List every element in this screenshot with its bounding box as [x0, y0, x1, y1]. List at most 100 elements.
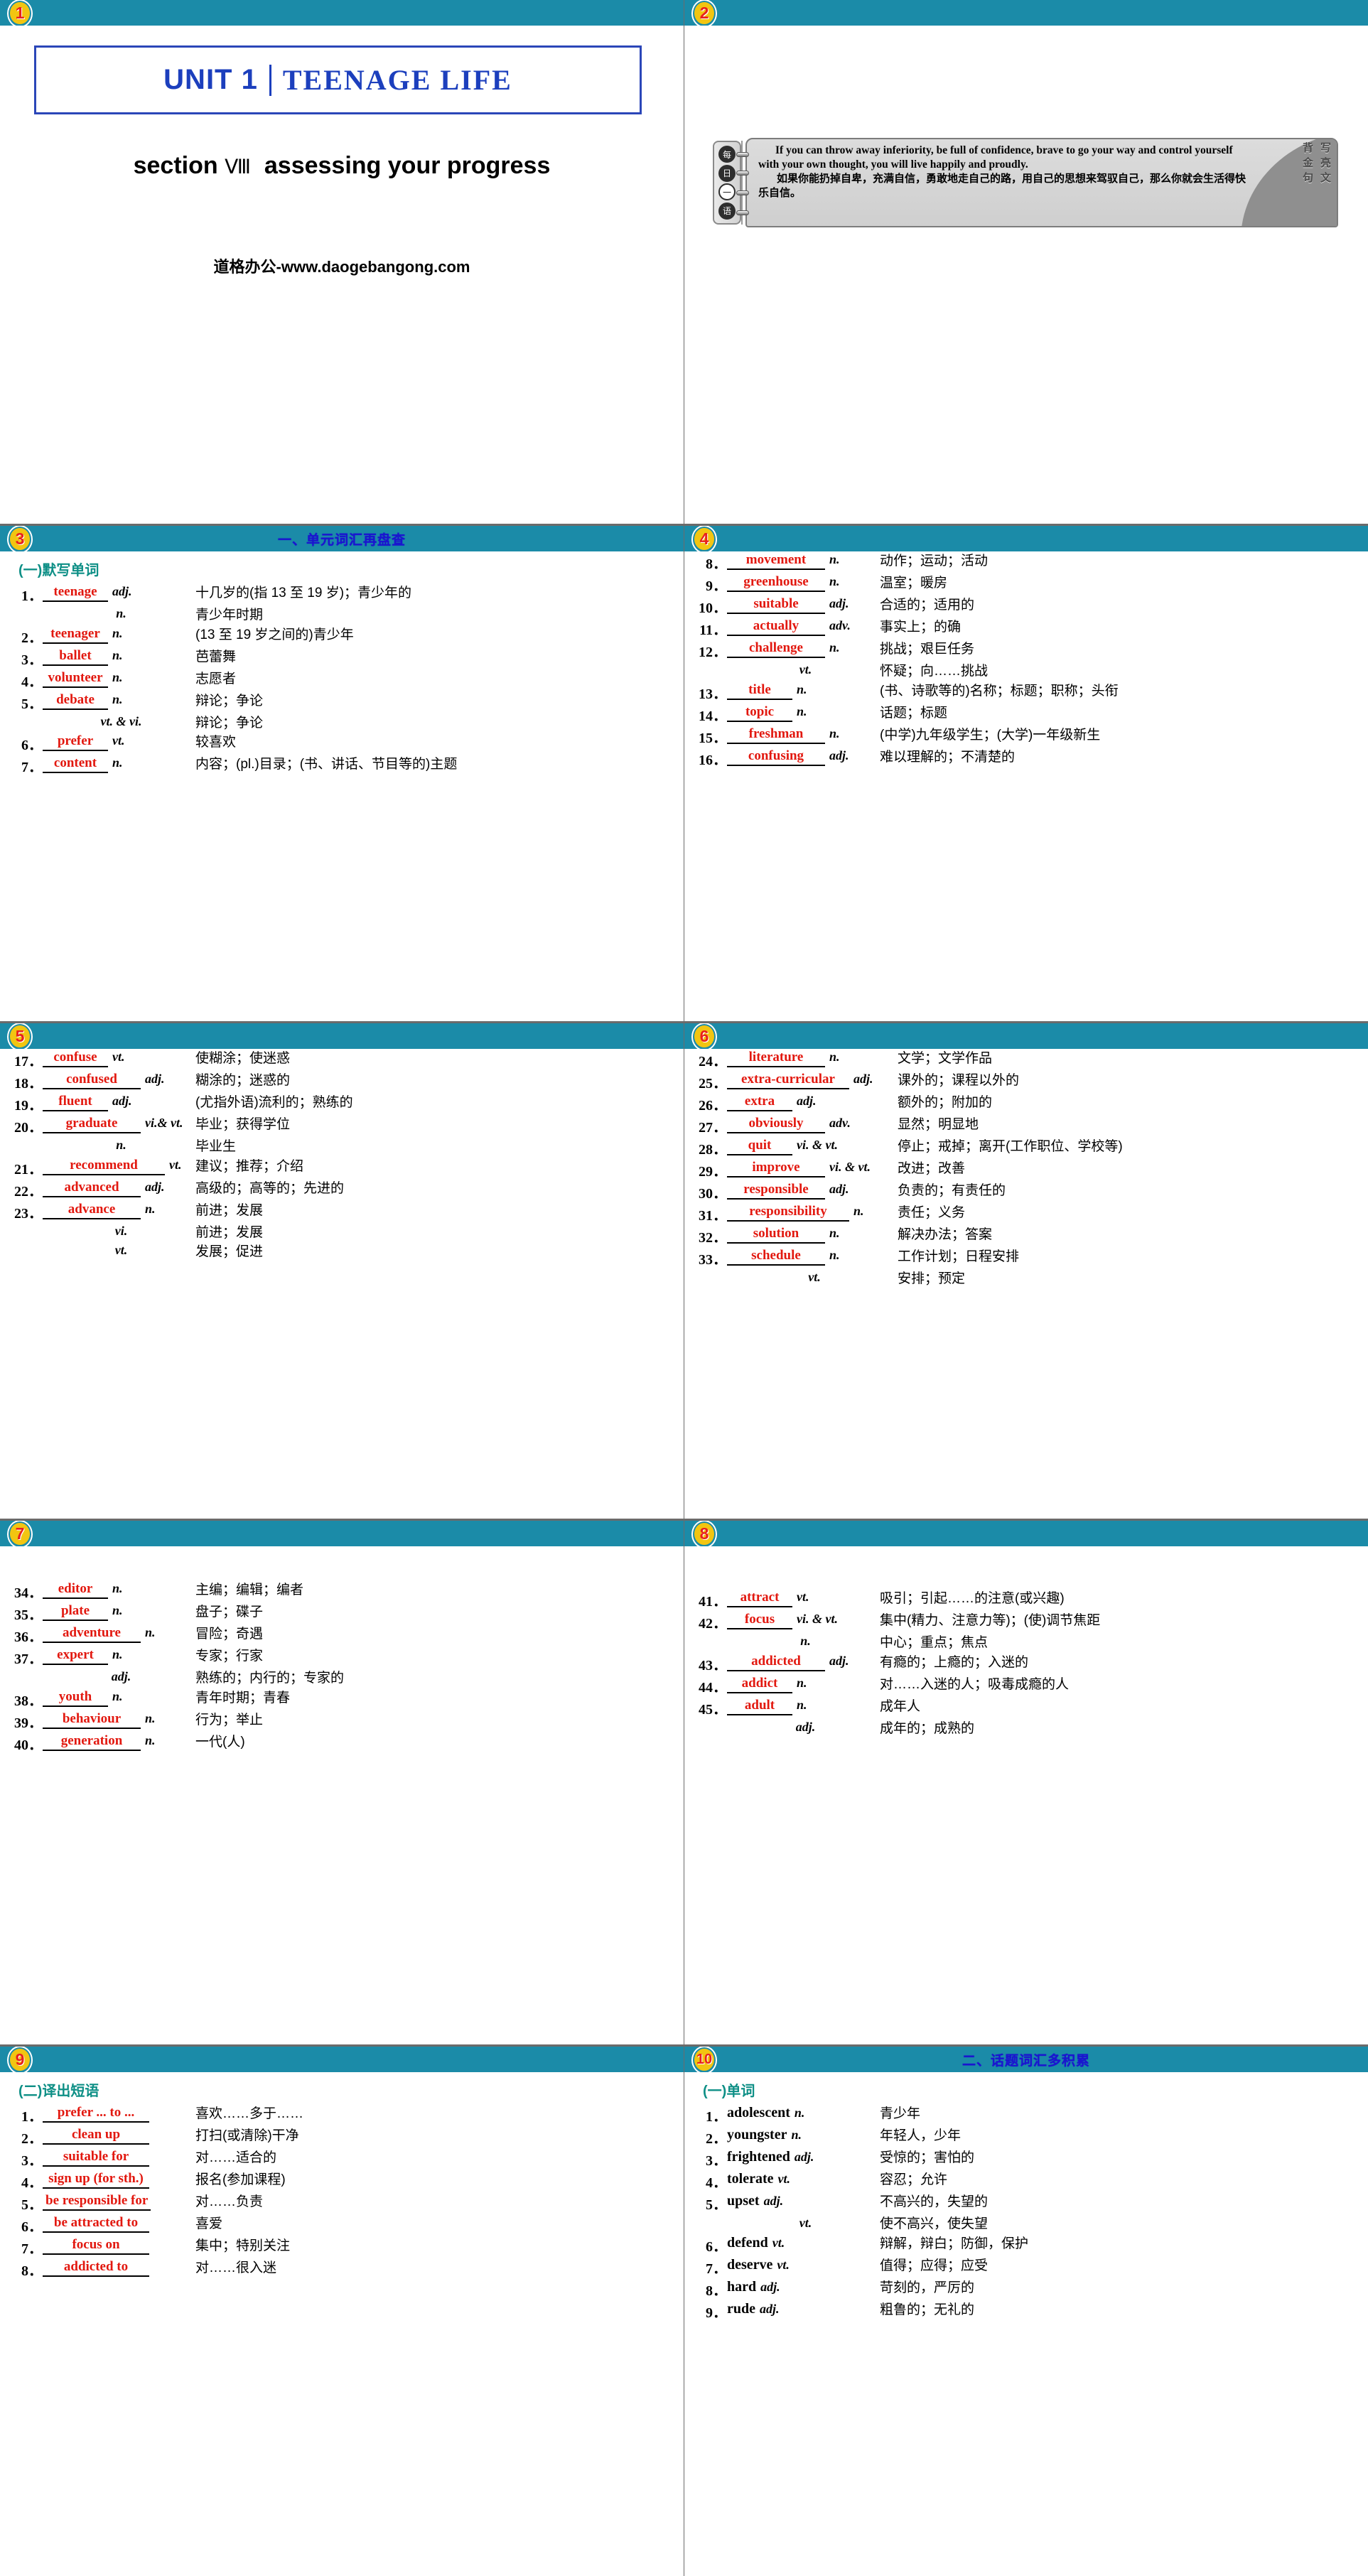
slide-3-body: (一)默写单词 1． teenage adj. 十几岁的(指 13 至 19 岁)；青… [0, 551, 684, 1021]
table-row: 21． recommend vt. 建议；推荐；介绍 [14, 1157, 304, 1177]
vocab-word: advance [43, 1202, 141, 1219]
table-row: 7． focus on 集中；特别关注 [21, 2237, 291, 2257]
slide-number-badge-8: 8 [690, 1521, 718, 1549]
topic-word: tolerate [727, 2171, 774, 2187]
vocab-word: quit [727, 1138, 792, 1155]
table-row: 11． actually adv. 事实上；的确 [699, 618, 962, 638]
table-row: vt. 发展；促进 [114, 1243, 264, 1260]
vocab-word: behaviour [43, 1711, 141, 1729]
vocab-word: expert [43, 1647, 108, 1665]
table-row: 39． behaviour n. 行为；举止 [14, 1710, 264, 1731]
slide-4[interactable]: 4 8． movement n. 动作；运动；活动 9． greenhouse n. 温室；… [684, 526, 1368, 1023]
vocab-word: addicted [727, 1654, 825, 1671]
table-row: 40． generation n. 一代(人) [14, 1732, 245, 1753]
slide-7[interactable]: 7 34． editor n. 主编；编辑；编者 35． plate n. 盘子；碟子 36… [0, 1521, 684, 2047]
vocab-table-4: 8． movement n. 动作；运动；活动 9． greenhouse n. 温室；暖房… [694, 551, 1358, 770]
vocab-word: adult [727, 1698, 792, 1715]
slide-1[interactable]: 1 UNIT 1 TEENAGE LIFE section Ⅷ assessin… [0, 0, 684, 526]
slide-2[interactable]: 2 每 日 一 语 If you can throw away inferior… [684, 0, 1368, 526]
slide-number-badge-1: 1 [6, 0, 34, 28]
table-row: 22． advanced adj. 高级的；高等的；先进的 [14, 1179, 345, 1200]
table-row: 14． topic n. 话题；标题 [699, 704, 948, 724]
quote-tab-char-3: 一 [718, 183, 736, 201]
slide-9[interactable]: 9 (二)译出短语 1． prefer ... to ... 喜欢……多于…… 2．… [0, 2047, 684, 2576]
phrase-word: be responsible for [43, 2193, 151, 2211]
unit-name: TEENAGE LIFE [282, 64, 512, 96]
slide-6[interactable]: 6 24． literature n. 文学；文学作品 25． extra-curric… [684, 1023, 1368, 1521]
quote-tab-char-1: 每 [718, 146, 736, 163]
slide-7-body: 34． editor n. 主编；编辑；编者 35． plate n. 盘子；碟子 36． a… [0, 1546, 684, 2044]
topic-table-10: 1． adolescent n. 青少年 2． youngster n. 年轻人，少年 3．… [694, 2104, 1358, 2322]
slide-5-body: 17． confuse vt. 使糊涂；使迷惑 18． confused adj. 糊涂的；… [0, 1049, 684, 1519]
table-row: 3． ballet n. 芭蕾舞 [21, 647, 237, 668]
table-row: 6． prefer vt. 较喜欢 [21, 733, 237, 754]
vocab-word: title [727, 682, 792, 700]
table-row: 4． sign up (for sth.) 报名(参加课程) [21, 2171, 286, 2191]
quote-english: If you can throw away inferiority, be fu… [758, 144, 1233, 171]
slide-3-band-title: 一、单元词汇再盘查 [277, 532, 406, 548]
table-row: 16． confusing adj. 难以理解的；不清楚的 [699, 748, 1016, 768]
table-row: 43． addicted adj. 有瘾的；上瘾的；入迷的 [699, 1653, 1029, 1674]
vocab-table-3: 1． teenage adj. 十几岁的(指 13 至 19 岁)；青少年的 n. 青少… [10, 583, 674, 777]
slide-8[interactable]: 8 41． attract vt. 吸引；引起……的注意(或兴趣) 42． focus v… [684, 1521, 1368, 2047]
vocab-word: movement [727, 552, 825, 570]
vocab-word: confuse [43, 1050, 108, 1067]
table-row: 1． teenage adj. 十几岁的(指 13 至 19 岁)；青少年的 [21, 584, 412, 604]
phrase-word: clean up [43, 2127, 149, 2145]
slide-number-badge-3: 3 [6, 526, 34, 554]
table-row: 8． addicted to 对……很入迷 [21, 2259, 277, 2279]
table-row: 18． confused adj. 糊涂的；迷惑的 [14, 1072, 291, 1092]
table-row: 15． freshman n. (中学)九年级学生；(大学)一年级新生 [699, 726, 1101, 746]
vocab-word: editor [43, 1581, 108, 1599]
vocab-word: debate [43, 692, 108, 710]
title-divider-bar [269, 64, 271, 96]
table-row: 30． responsible adj. 负责的；有责任的 [699, 1182, 1006, 1202]
table-row: 2． youngster n. 年轻人，少年 [706, 2127, 962, 2147]
table-row: 2． teenager n. (13 至 19 岁之间的)青少年 [21, 625, 354, 646]
table-row: 38． youth n. 青年时期；青春 [14, 1688, 291, 1709]
phrase-word: focus on [43, 2237, 149, 2255]
table-row: 34． editor n. 主编；编辑；编者 [14, 1581, 304, 1601]
vocab-word: improve [727, 1160, 825, 1177]
table-row: vt. 安排；预定 [808, 1270, 966, 1286]
vocab-word: addict [727, 1676, 792, 1693]
table-row: 9． rude adj. 粗鲁的；无礼的 [706, 2300, 975, 2321]
section-heading: section Ⅷ assessing your progress [0, 152, 684, 180]
slide-number-badge-7: 7 [6, 1521, 34, 1549]
table-row: 1． adolescent n. 青少年 [706, 2105, 921, 2125]
table-row: 4． volunteer n. 志愿者 [21, 669, 237, 690]
table-row: 20． graduate vi.& vt. 毕业；获得学位 [14, 1116, 291, 1136]
vocab-table-8: 41． attract vt. 吸引；引起……的注意(或兴趣) 42． focus vi.… [694, 1589, 1358, 1738]
vocab-word: recommend [43, 1158, 165, 1175]
vocab-word: obviously [727, 1116, 825, 1133]
topic-word: youngster [727, 2127, 787, 2143]
table-row: 45． adult n. 成年人 [699, 1697, 921, 1718]
slide-3[interactable]: 3 一、单元词汇再盘查 (一)默写单词 1． teenage adj. 十几岁的(指 … [0, 526, 684, 1023]
phrase-word: be attracted to [43, 2215, 149, 2233]
slide-number-badge-4: 4 [690, 526, 718, 554]
slide-number-badge-5: 5 [6, 1023, 34, 1052]
slide-5[interactable]: 5 17． confuse vt. 使糊涂；使迷惑 18． confused adj. 糊涂… [0, 1023, 684, 1521]
slide-number-badge-2: 2 [690, 0, 718, 28]
table-row: n. 中心；重点；焦点 [800, 1634, 989, 1650]
table-row: n. 青少年时期 [116, 606, 264, 623]
slide-8-header-band: 8 [684, 1521, 1368, 1549]
vocab-word: prefer [43, 733, 108, 752]
table-row: 23． advance n. 前进；发展 [14, 1201, 264, 1222]
quote-body-card: If you can throw away inferiority, be fu… [745, 138, 1338, 227]
vocab-word: greenhouse [727, 574, 825, 592]
table-row: 5． debate n. 辩论；争论 [21, 691, 264, 712]
vocab-word: actually [727, 618, 825, 636]
table-row: 8． hard adj. 苛刻的，严厉的 [706, 2278, 975, 2299]
slide-10[interactable]: 10 二、话题词汇多积累 (一)单词 1． adolescent n. 青少年 2． y… [684, 2047, 1368, 2576]
slide-3-subhead: (一)默写单词 [18, 563, 99, 578]
vocab-word: responsible [727, 1182, 825, 1200]
table-row: n. 毕业生 [116, 1138, 237, 1154]
daily-quote-card: 每 日 一 语 If you can throw away inferiorit… [713, 135, 1338, 227]
vocab-word: fluent [43, 1094, 108, 1111]
table-row: adj. 熟练的；内行的；专家的 [111, 1669, 345, 1686]
vocab-word: adventure [43, 1625, 141, 1643]
table-row: adj. 成年的；成熟的 [795, 1719, 975, 1736]
table-row: 3． frightened adj. 受惊的；害怕的 [706, 2149, 975, 2169]
slide-8-body: 41． attract vt. 吸引；引起……的注意(或兴趣) 42． focus vi.… [684, 1546, 1368, 2044]
